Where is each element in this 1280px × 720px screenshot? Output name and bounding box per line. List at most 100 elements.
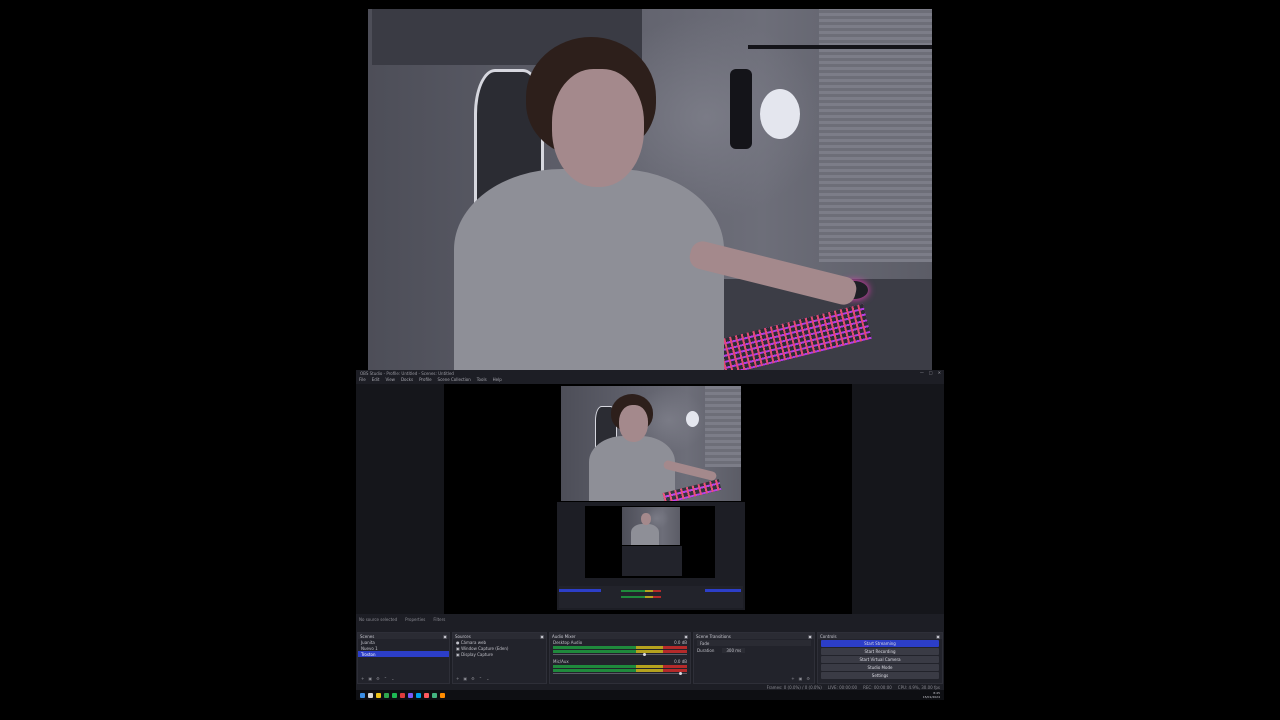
menu-help[interactable]: Help: [493, 377, 502, 382]
menu-scene-collection[interactable]: Scene Collection: [438, 377, 471, 382]
menu-edit[interactable]: Edit: [372, 377, 380, 382]
window-title: OBS Studio - Profile: Untitled - Scenes:…: [360, 370, 454, 376]
person-face: [552, 69, 644, 187]
person-shirt: [454, 169, 724, 370]
up-icon[interactable]: ⌃: [479, 676, 482, 681]
channel-name: Mic/Aux: [553, 658, 569, 664]
audio-mixer-dock: Audio Mixer ▣ Desktop Audio 0.0 dB Mic/A…: [549, 632, 691, 684]
controls-dock: Controls ▣ Start Streaming Start Recordi…: [817, 632, 943, 684]
window-blinds: [705, 386, 741, 467]
search-icon[interactable]: [368, 692, 373, 698]
scene-transitions-dock: Scene Transitions ▣ Fade Duration 300 ms…: [693, 632, 815, 684]
mic-boom: [748, 45, 932, 49]
menu-tools[interactable]: Tools: [477, 377, 487, 382]
audio-mixer-title: Audio Mixer: [552, 633, 576, 639]
transition-select[interactable]: Fade: [697, 640, 811, 646]
source-item[interactable]: ▣ Display Capture: [453, 651, 546, 657]
start-virtual-camera-button[interactable]: Start Virtual Camera: [821, 656, 939, 663]
app-icon[interactable]: [432, 692, 437, 698]
person-shirt: [631, 524, 659, 545]
obs-icon[interactable]: [440, 692, 445, 698]
up-icon[interactable]: ⌃: [384, 676, 387, 681]
nested-meter: [621, 596, 661, 598]
microphone: [730, 69, 752, 149]
scenes-footer: + ▣ ⚙ ⌃ ⌄: [361, 676, 394, 681]
app-icon[interactable]: [424, 692, 429, 698]
settings-icon[interactable]: ⚙: [806, 676, 810, 681]
start-recording-button[interactable]: Start Recording: [821, 648, 939, 655]
taskbar-clock[interactable]: 8:45 15/01/2024: [923, 691, 940, 699]
volume-meter: [553, 650, 687, 653]
channel-level: 0.0 dB: [674, 639, 687, 645]
dock-options-icon[interactable]: ▣: [443, 634, 447, 639]
dock-options-icon[interactable]: ▣: [684, 634, 688, 639]
preview-side-left: [356, 384, 444, 614]
windows-taskbar: 8:45 15/01/2024: [356, 690, 944, 700]
app-icon[interactable]: [400, 692, 405, 698]
source-label: Cámara web: [460, 639, 486, 645]
nested-docks: [559, 586, 743, 608]
volume-meter: [553, 646, 687, 649]
transitions-header: Scene Transitions ▣: [694, 633, 814, 639]
volume-fader[interactable]: [553, 653, 687, 656]
filters-button[interactable]: Filters: [433, 617, 445, 622]
volume-fader[interactable]: [553, 672, 687, 675]
fader-knob[interactable]: [678, 672, 682, 675]
status-rec: REC: 00:00:00: [863, 684, 892, 690]
remove-icon[interactable]: ▣: [368, 676, 372, 681]
nested-webcam: [622, 507, 680, 545]
add-icon[interactable]: +: [791, 676, 794, 681]
source-toolbar: No source selected Properties Filters: [356, 616, 944, 622]
menu-profile[interactable]: Profile: [419, 377, 431, 382]
filter-icon[interactable]: ⚙: [376, 676, 380, 681]
status-frames: Frames: 0 (0.0%) / 0 (0.0%): [766, 684, 822, 690]
dock-options-icon[interactable]: ▣: [540, 634, 544, 639]
clock-date: 15/01/2024: [922, 695, 940, 699]
minimize-icon[interactable]: —: [920, 370, 924, 375]
down-icon[interactable]: ⌄: [391, 676, 394, 681]
status-cpu: CPU: 4.9%, 30.00 fps: [897, 684, 940, 690]
add-icon[interactable]: +: [361, 676, 364, 681]
window-controls: — □ ✕: [920, 370, 941, 375]
close-icon[interactable]: ✕: [938, 370, 941, 375]
add-icon[interactable]: +: [456, 676, 459, 681]
no-source-label: No source selected: [359, 616, 398, 622]
volume-meter: [553, 669, 687, 672]
dock-options-icon[interactable]: ▣: [808, 634, 812, 639]
studio-mode-button[interactable]: Studio Mode: [821, 664, 939, 671]
fader-knob[interactable]: [642, 653, 646, 656]
person-shirt: [589, 436, 675, 501]
spotify-icon[interactable]: [392, 692, 397, 698]
menu-view[interactable]: View: [385, 377, 395, 382]
remove-icon[interactable]: ▣: [799, 676, 803, 681]
preview-canvas[interactable]: [444, 384, 852, 614]
preview-webcam: [561, 386, 741, 501]
menu-docks[interactable]: Docks: [401, 377, 413, 382]
app-icon[interactable]: [408, 692, 413, 698]
webcam-view: [368, 9, 932, 370]
plush-toy: [686, 411, 699, 427]
dock-options-icon[interactable]: ▣: [936, 634, 940, 639]
source-label: Window Capture (Eden): [461, 645, 509, 651]
maximize-icon[interactable]: □: [929, 370, 933, 375]
menu-file[interactable]: File: [359, 377, 366, 382]
preview-side-right: [852, 384, 944, 614]
sources-dock: Sources ▣ ● Cámara web ▣ Window Capture …: [452, 632, 547, 684]
down-icon[interactable]: ⌄: [486, 676, 489, 681]
start-icon[interactable]: [360, 692, 365, 698]
nested-meter: [621, 590, 661, 592]
duration-input[interactable]: 300 ms: [722, 647, 746, 653]
transitions-title: Scene Transitions: [696, 633, 731, 639]
app-icon[interactable]: [416, 692, 421, 698]
settings-icon[interactable]: ⚙: [471, 676, 475, 681]
app-icon[interactable]: [384, 692, 389, 698]
nested-scene-selected: [559, 589, 601, 592]
start-streaming-button[interactable]: Start Streaming: [821, 640, 939, 647]
settings-button[interactable]: Settings: [821, 672, 939, 679]
nested-display-capture: [557, 502, 745, 610]
scene-item-selected[interactable]: Troston: [358, 651, 449, 657]
file-explorer-icon[interactable]: [376, 692, 381, 698]
properties-button[interactable]: Properties: [405, 617, 425, 622]
transitions-footer: + ▣ ⚙: [791, 676, 810, 681]
remove-icon[interactable]: ▣: [463, 676, 467, 681]
